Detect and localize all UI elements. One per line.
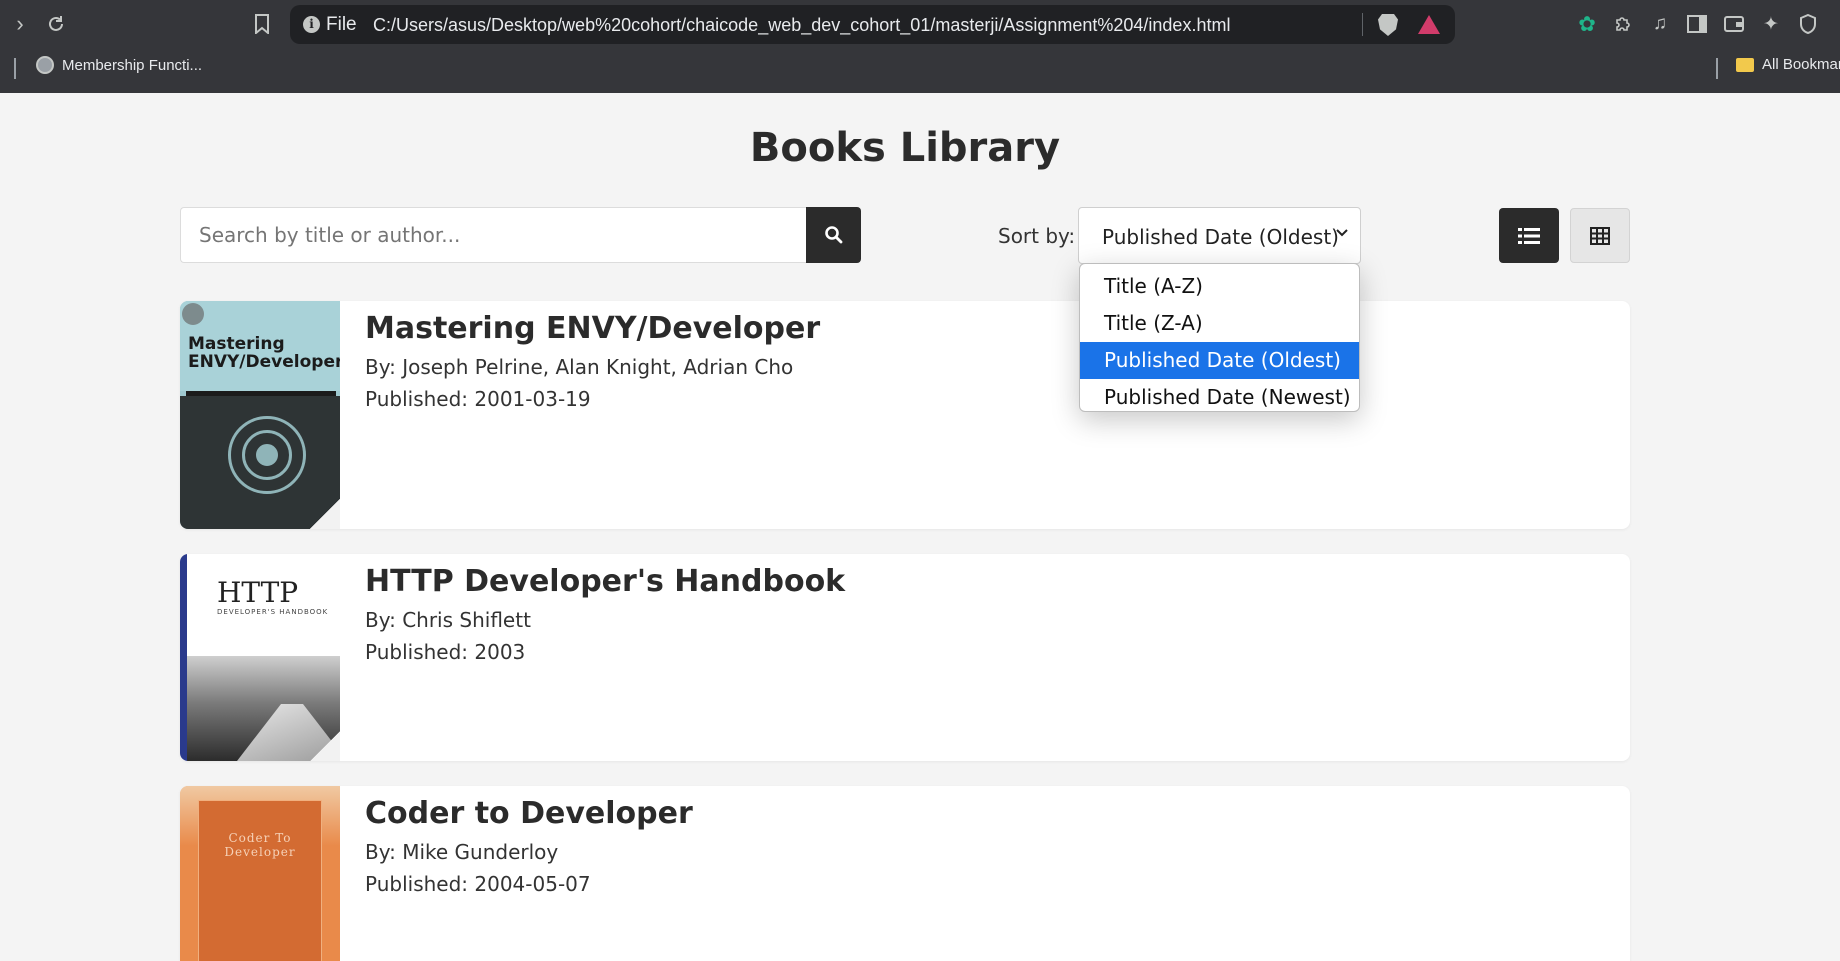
search-button[interactable]	[806, 207, 861, 263]
bookmark-item[interactable]: Membership Functi...	[36, 56, 202, 74]
book-card[interactable]: Coder To Developer Coder to Developer By…	[180, 786, 1630, 961]
cover-subtitle: DEVELOPER'S HANDBOOK	[217, 608, 329, 616]
book-title: Mastering ENVY/Developer	[365, 311, 821, 346]
browser-chrome: › i File C:/Users/asus/Desktop/web%20coh…	[0, 0, 1840, 93]
sort-label: Sort by:	[998, 224, 1076, 248]
divider	[1716, 58, 1718, 79]
sort-select[interactable]: Published Date (Oldest)	[1078, 207, 1361, 264]
book-published-date: Published: 2004-05-07	[365, 872, 591, 896]
divider	[1362, 13, 1363, 36]
book-cover-image: Coder To Developer	[180, 786, 340, 961]
bookmark-label: Membership Functi...	[62, 56, 203, 74]
vpn-shield-icon[interactable]	[1796, 12, 1820, 36]
book-authors: By: Chris Shiflett	[365, 608, 531, 632]
page-title: Books Library	[749, 125, 1061, 171]
bookmark-label: All Bookmarks	[1762, 56, 1840, 73]
extensions-puzzle-icon[interactable]	[1611, 12, 1635, 36]
book-cover-image: Mastering ENVY/Developer	[180, 301, 340, 529]
sort-selected-value: Published Date (Oldest)	[1102, 225, 1339, 249]
cover-title: Coder To Developer	[224, 831, 296, 859]
book-card[interactable]: HTTP DEVELOPER'S HANDBOOK HTTP Developer…	[180, 554, 1630, 761]
search-input[interactable]	[180, 207, 806, 263]
sort-option-title-desc[interactable]: Title (Z-A)	[1080, 305, 1359, 342]
sidebar-icon[interactable]	[1685, 12, 1709, 36]
chatgpt-extension-icon[interactable]: ✿	[1575, 12, 1599, 36]
site-info-icon[interactable]: i	[303, 16, 320, 33]
sort-option-title-asc[interactable]: Title (A-Z)	[1080, 268, 1359, 305]
leo-ai-icon[interactable]: ✦	[1759, 12, 1783, 36]
wallet-icon[interactable]	[1722, 12, 1746, 36]
brave-rewards-icon[interactable]	[1418, 15, 1440, 34]
grid-view-button[interactable]	[1570, 208, 1630, 263]
book-authors: By: Mike Gunderloy	[365, 840, 559, 864]
bookmark-star-icon[interactable]	[248, 10, 276, 38]
bookmarks-bar: Membership Functi... All Bookmarks	[0, 52, 1840, 85]
address-bar[interactable]: i File C:/Users/asus/Desktop/web%20cohor…	[290, 5, 1455, 44]
book-authors: By: Joseph Pelrine, Alan Knight, Adrian …	[365, 355, 794, 379]
toolbar: › i File C:/Users/asus/Desktop/web%20coh…	[0, 0, 1840, 48]
divider	[14, 58, 16, 79]
book-cover-image: HTTP DEVELOPER'S HANDBOOK	[180, 554, 340, 761]
book-title: HTTP Developer's Handbook	[365, 564, 846, 599]
reload-icon[interactable]	[42, 10, 70, 38]
sort-option-date-newest[interactable]: Published Date (Newest)	[1080, 379, 1359, 411]
url-text[interactable]: C:/Users/asus/Desktop/web%20cohort/chaic…	[373, 15, 1230, 36]
list-icon	[1518, 227, 1540, 244]
folder-icon	[1736, 57, 1754, 72]
cover-title: HTTP	[217, 576, 299, 609]
brave-shields-icon[interactable]	[1378, 14, 1398, 36]
globe-icon	[36, 56, 54, 74]
forward-icon[interactable]: ›	[6, 10, 34, 38]
book-card[interactable]: Mastering ENVY/Developer Mastering ENVY/…	[180, 301, 1630, 529]
sort-option-date-oldest[interactable]: Published Date (Oldest)	[1080, 342, 1359, 379]
search-bar	[180, 207, 861, 263]
scheme-label: File	[326, 14, 357, 35]
book-published-date: Published: 2003	[365, 640, 526, 664]
list-view-button[interactable]	[1499, 208, 1559, 263]
all-bookmarks-item[interactable]: All Bookmarks	[1736, 56, 1840, 73]
search-icon	[824, 226, 842, 244]
book-published-date: Published: 2001-03-19	[365, 387, 591, 411]
book-title: Coder to Developer	[365, 796, 693, 831]
grid-icon	[1590, 226, 1610, 245]
sort-dropdown-menu: Title (A-Z) Title (Z-A) Published Date (…	[1079, 263, 1360, 412]
cover-title: Mastering ENVY/Developer	[188, 334, 340, 372]
chevron-down-icon	[1336, 225, 1348, 241]
media-music-icon[interactable]: ♫	[1648, 12, 1672, 36]
